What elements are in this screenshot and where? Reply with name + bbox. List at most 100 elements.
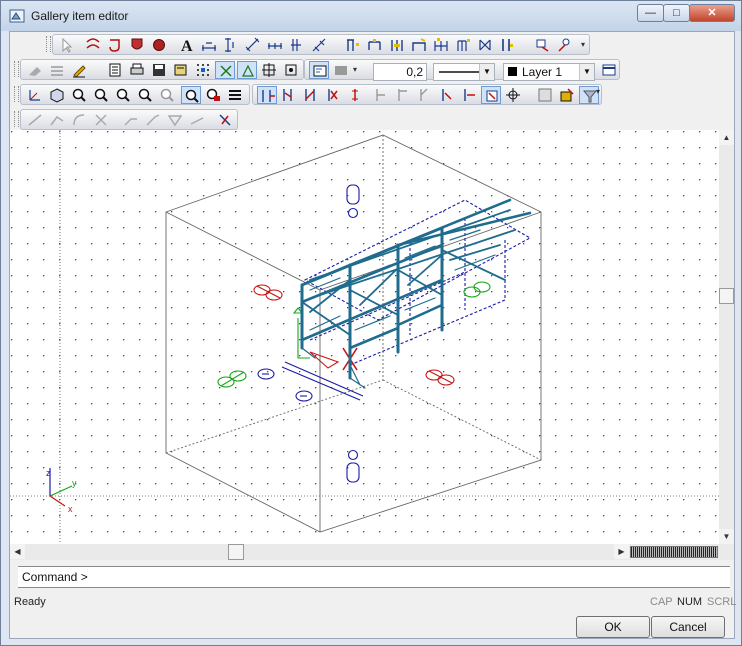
fillet-tool-button[interactable] bbox=[143, 111, 163, 129]
scroll-up-button[interactable]: ▲ bbox=[719, 130, 734, 145]
chamfer-tool-button[interactable] bbox=[165, 111, 185, 129]
spline-tool-button[interactable] bbox=[83, 36, 103, 54]
stretch-tool-button[interactable] bbox=[187, 111, 207, 129]
splitter-grip[interactable] bbox=[630, 546, 718, 558]
dimension-ordinate-button[interactable] bbox=[287, 36, 307, 54]
brace-tool-button[interactable] bbox=[387, 36, 407, 54]
shield-tool-button[interactable] bbox=[127, 36, 147, 54]
axis-view-button[interactable] bbox=[25, 86, 45, 104]
redraw-button[interactable] bbox=[47, 86, 67, 104]
beam-tool-button[interactable] bbox=[365, 36, 385, 54]
arc-tool-button[interactable] bbox=[69, 111, 89, 129]
snap-node-button[interactable] bbox=[503, 86, 523, 104]
bracing-cross-button[interactable] bbox=[475, 36, 495, 54]
toolbar-overflow-chevron-icon[interactable]: ▾ bbox=[581, 40, 589, 52]
snap-grid-button[interactable] bbox=[237, 61, 257, 79]
portal-tool-button[interactable] bbox=[453, 36, 473, 54]
modify-node-button[interactable] bbox=[215, 111, 235, 129]
command-line[interactable]: Command > bbox=[18, 566, 730, 588]
truss-tool-button[interactable] bbox=[431, 36, 451, 54]
properties-button[interactable] bbox=[309, 61, 329, 79]
layers-stack-button[interactable] bbox=[225, 86, 245, 104]
list-button[interactable] bbox=[105, 61, 125, 79]
maximize-button[interactable]: □ bbox=[663, 4, 690, 22]
column-tool-button[interactable] bbox=[343, 36, 363, 54]
vertical-scroll-thumb[interactable] bbox=[719, 288, 734, 304]
snap-center-button[interactable] bbox=[281, 61, 301, 79]
member-join-button[interactable] bbox=[301, 86, 321, 104]
minimize-button[interactable]: — bbox=[637, 4, 664, 22]
horizontal-scrollbar[interactable]: ◀ ▶ bbox=[10, 544, 734, 560]
line-style-select[interactable]: ▼ bbox=[433, 63, 495, 81]
node-align-button[interactable] bbox=[459, 86, 479, 104]
trim-tool-button[interactable] bbox=[91, 111, 111, 129]
toolbar-grip[interactable] bbox=[46, 36, 51, 52]
dimension-horizontal-button[interactable] bbox=[199, 36, 219, 54]
toolbar-overflow-chevron-icon[interactable]: ▾ bbox=[596, 87, 604, 99]
node-move-button[interactable] bbox=[371, 86, 391, 104]
snap-cross-button[interactable] bbox=[215, 61, 235, 79]
dimension-aligned-button[interactable] bbox=[243, 36, 263, 54]
close-button[interactable]: ✕ bbox=[689, 4, 735, 22]
member-split-button[interactable] bbox=[279, 86, 299, 104]
layer-select[interactable]: Layer 1 ▼ bbox=[503, 63, 595, 81]
zoom-previous-button[interactable] bbox=[157, 86, 177, 104]
snap-corner-button[interactable] bbox=[259, 61, 279, 79]
model-view[interactable]: z y x bbox=[10, 130, 719, 544]
pen-button[interactable] bbox=[69, 61, 89, 79]
scroll-right-button[interactable]: ▶ bbox=[614, 544, 629, 559]
library-button[interactable] bbox=[171, 61, 191, 79]
select-tool-button[interactable] bbox=[57, 36, 77, 54]
zoom-all-button[interactable] bbox=[135, 86, 155, 104]
title-bar[interactable]: Gallery item editor — □ ✕ bbox=[1, 1, 741, 31]
text-tool-button[interactable]: A bbox=[177, 36, 197, 54]
print-button[interactable] bbox=[127, 61, 147, 79]
zoom-in-button[interactable] bbox=[91, 86, 111, 104]
node-copy-button[interactable] bbox=[393, 86, 413, 104]
properties-sheet-button[interactable] bbox=[535, 86, 555, 104]
ok-button[interactable]: OK bbox=[576, 616, 650, 638]
toolbar-grip[interactable] bbox=[14, 111, 19, 127]
column-pair-button[interactable] bbox=[497, 36, 517, 54]
select-members-button[interactable] bbox=[481, 86, 501, 104]
zoom-dynamic-button[interactable] bbox=[181, 86, 201, 104]
hatch-button[interactable] bbox=[47, 61, 67, 79]
node-mirror-button[interactable] bbox=[437, 86, 457, 104]
layer-manager-button[interactable] bbox=[599, 61, 619, 79]
chevron-down-icon[interactable]: ▼ bbox=[479, 64, 494, 80]
export-button[interactable] bbox=[557, 86, 577, 104]
hook-tool-button[interactable] bbox=[105, 36, 125, 54]
line-tool-button[interactable] bbox=[25, 111, 45, 129]
frame-tool-button[interactable] bbox=[409, 36, 429, 54]
color-button[interactable] bbox=[331, 61, 351, 79]
member-add-button[interactable] bbox=[257, 86, 277, 104]
zoom-print-button[interactable] bbox=[203, 86, 223, 104]
horizontal-scroll-thumb[interactable] bbox=[228, 544, 244, 560]
node-rotate-button[interactable] bbox=[415, 86, 435, 104]
member-delete-button[interactable] bbox=[345, 86, 365, 104]
color-dropdown-chevron-icon[interactable]: ▾ bbox=[353, 65, 361, 77]
line-width-field[interactable]: 0,2 bbox=[373, 63, 427, 81]
drawing-canvas[interactable]: z y x bbox=[10, 130, 719, 544]
dimension-vertical-button[interactable] bbox=[221, 36, 241, 54]
dimension-angular-button[interactable] bbox=[309, 36, 329, 54]
grid-toggle-button[interactable] bbox=[193, 61, 213, 79]
chevron-down-icon[interactable]: ▼ bbox=[579, 64, 594, 80]
toolbar-grip[interactable] bbox=[14, 86, 19, 102]
zoom-out-button[interactable] bbox=[113, 86, 133, 104]
circle-tool-button[interactable] bbox=[149, 36, 169, 54]
polyline-tool-button[interactable] bbox=[47, 111, 67, 129]
scroll-left-button[interactable]: ◀ bbox=[10, 544, 25, 559]
save-button[interactable] bbox=[149, 61, 169, 79]
erase-button[interactable] bbox=[25, 61, 45, 79]
scroll-down-button[interactable]: ▼ bbox=[719, 529, 734, 544]
member-extend-button[interactable] bbox=[323, 86, 343, 104]
toolbar-grip[interactable] bbox=[14, 61, 19, 77]
zoom-window-button[interactable] bbox=[69, 86, 89, 104]
offset-tool-button[interactable] bbox=[121, 111, 141, 129]
cancel-button[interactable]: Cancel bbox=[651, 616, 725, 638]
connection-tool-button[interactable] bbox=[533, 36, 553, 54]
vertical-scrollbar[interactable]: ▲ ▼ bbox=[719, 130, 734, 544]
pan-view-button[interactable] bbox=[555, 36, 575, 54]
dimension-chain-button[interactable] bbox=[265, 36, 285, 54]
